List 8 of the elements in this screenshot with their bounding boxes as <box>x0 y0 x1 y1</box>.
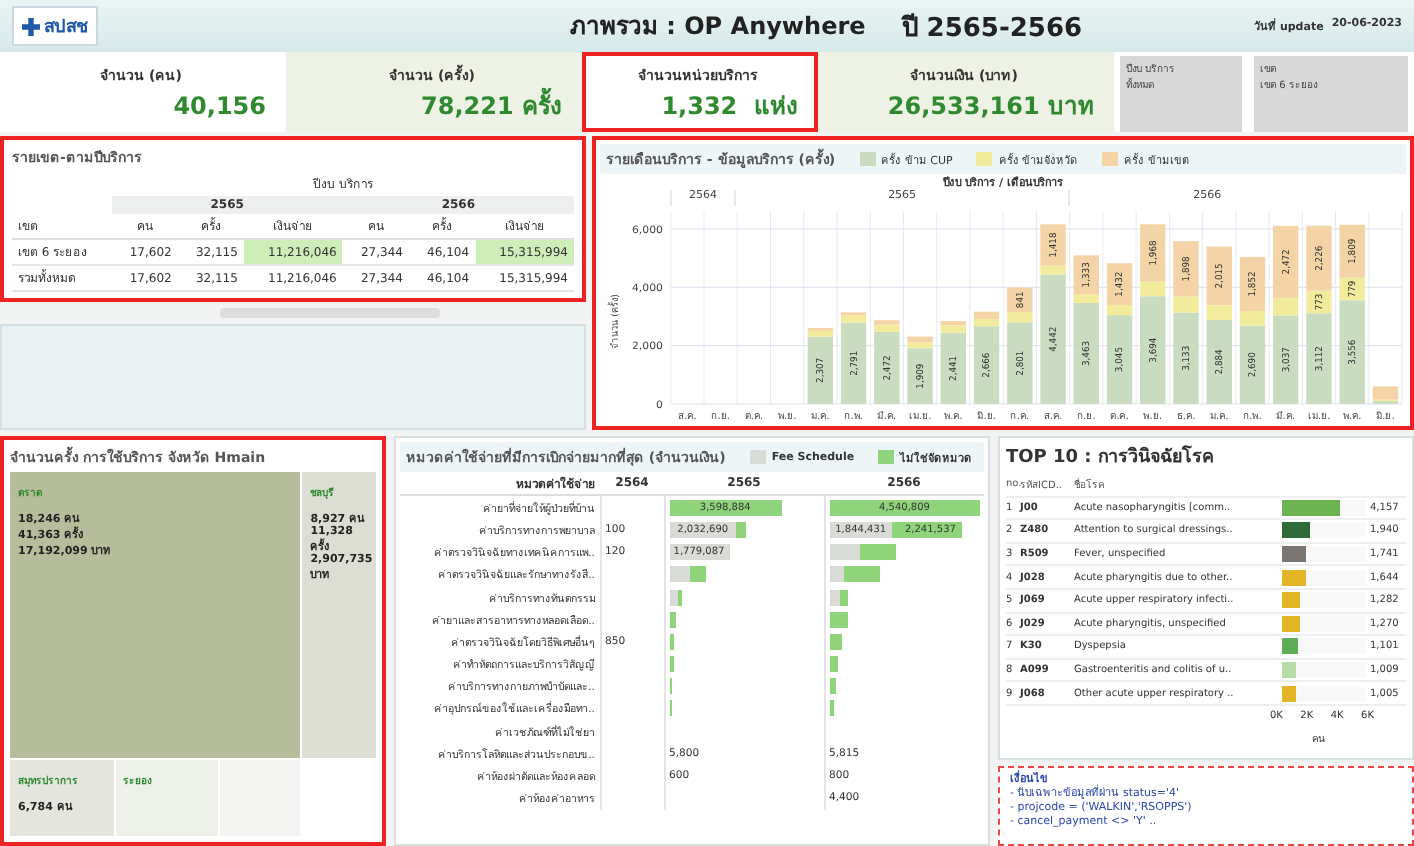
year-range: ปี 2565-2566 <box>901 11 1083 47</box>
panel-title: TOP 10 : การวินิจฉัยโรค <box>1006 443 1216 470</box>
kpi-value: 1,332 แห่ง <box>659 90 798 124</box>
kpi-value: 78,221 ครั้ง <box>302 86 562 124</box>
page-title: ภาพรวม : OP Anywhere <box>569 9 866 44</box>
kpi-value: 40,156 <box>171 92 266 120</box>
logo-text: สปสช <box>44 16 88 40</box>
kpi-value: 26,533,161 บาท <box>885 90 1094 124</box>
